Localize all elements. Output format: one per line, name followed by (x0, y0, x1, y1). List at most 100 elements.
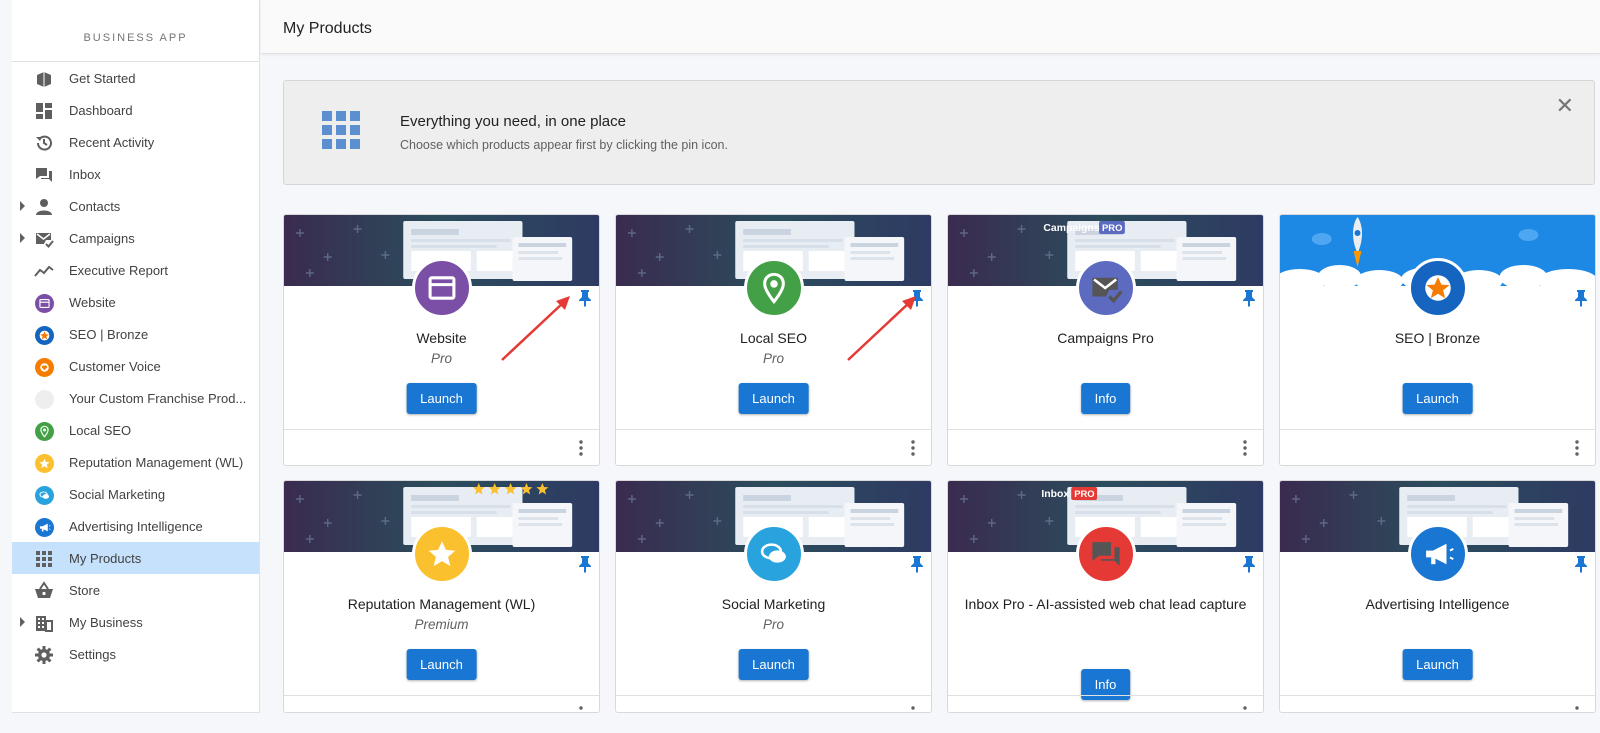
card-footer (284, 695, 599, 713)
close-icon[interactable]: ✕ (1556, 95, 1574, 117)
product-name: Advertising Intelligence (1365, 596, 1510, 612)
product-card-inbox-pro-ai-assisted-web-chat-lead-capture: Inbox PRO Inbox Pro - AI-assisted web cha… (947, 480, 1264, 713)
sidebar-item-label: Executive Report (69, 262, 168, 278)
launch-button[interactable]: Launch (1402, 383, 1473, 414)
more-vert-icon[interactable] (1243, 706, 1247, 713)
sidebar-nav: Get Started Dashboard Recent Activity Inbox… (12, 62, 259, 670)
sidebar-item-executive-report[interactable]: Executive Report (12, 254, 259, 286)
sidebar-item-contacts[interactable]: Contacts (12, 190, 259, 222)
product-name: SEO | Bronze (1394, 330, 1481, 346)
card-footer (948, 429, 1263, 465)
sidebar-item-label: Your Custom Franchise Prod... (69, 390, 247, 406)
sidebar-item-label: Get Started (69, 70, 136, 86)
sidebar-item-dashboard[interactable]: Dashboard (12, 94, 259, 126)
more-vert-icon[interactable] (1243, 440, 1247, 456)
product-name: Social Marketing (721, 596, 826, 612)
card-footer (948, 695, 1263, 713)
sidebar-item-my-products[interactable]: My Products (12, 542, 259, 574)
more-vert-icon[interactable] (911, 440, 915, 456)
pin-icon[interactable] (578, 555, 592, 573)
product-card-advertising-intelligence: Advertising Intelligence Launch (1279, 480, 1596, 713)
megaphone-product-icon (34, 517, 54, 537)
banner-title: Everything you need, in one place (400, 113, 626, 130)
gear-icon (34, 645, 54, 665)
launch-button[interactable]: Launch (1402, 649, 1473, 680)
sidebar-item-label: Reputation Management (WL) (69, 454, 244, 470)
trend-icon (34, 261, 54, 281)
sidebar-item-settings[interactable]: Settings (12, 638, 259, 670)
sidebar-item-label: Dashboard (69, 102, 133, 118)
launch-button[interactable]: Launch (406, 649, 477, 680)
blank-product-icon (34, 389, 54, 409)
sidebar-item-customer-voice[interactable]: Customer Voice (12, 350, 259, 382)
apps-grid-icon (34, 549, 54, 569)
product-name: Campaigns Pro (1057, 330, 1154, 346)
chat-icon (1076, 524, 1136, 584)
pin-icon[interactable] (1574, 289, 1588, 307)
product-name: Inbox Pro - AI-assisted web chat lead ca… (964, 596, 1247, 612)
expand-caret-icon[interactable] (20, 233, 25, 243)
annotation-arrow (501, 296, 570, 361)
sidebar-item-inbox[interactable]: Inbox (12, 158, 259, 190)
product-edition: Pro (762, 617, 784, 632)
seo-star-icon (34, 325, 54, 345)
speech-bubble-product-icon (744, 524, 804, 584)
more-vert-icon[interactable] (911, 706, 915, 713)
pin-icon[interactable] (1242, 289, 1256, 307)
sidebar-item-label: Social Marketing (69, 486, 166, 502)
sidebar-item-label: Inbox (69, 166, 101, 182)
page-title: My Products (283, 20, 372, 37)
website-product-icon (34, 293, 54, 313)
more-vert-icon[interactable] (579, 440, 583, 456)
speech-bubble-product-icon (34, 485, 54, 505)
sidebar-item-recent-activity[interactable]: Recent Activity (12, 126, 259, 158)
expand-caret-icon[interactable] (20, 617, 25, 627)
mail-check-icon (34, 229, 54, 249)
sidebar-item-advertising-intelligence[interactable]: Advertising Intelligence (12, 510, 259, 542)
svg-text:Inbox: Inbox (1041, 489, 1069, 500)
sidebar-item-label: Website (69, 294, 116, 310)
map-pin-product-icon (34, 421, 54, 441)
sidebar-item-local-seo[interactable]: Local SEO (12, 414, 259, 446)
expand-caret-icon[interactable] (20, 201, 25, 211)
card-footer (1280, 695, 1595, 713)
sidebar-item-label: Local SEO (69, 422, 132, 438)
sidebar-item-your-custom-franchise-prod[interactable]: Your Custom Franchise Prod... (12, 382, 259, 414)
history-icon (34, 133, 54, 153)
sidebar-item-label: Store (69, 582, 101, 598)
card-footer (284, 429, 599, 465)
banner-subtitle: Choose which products appear first by cl… (400, 138, 728, 152)
more-vert-icon[interactable] (1575, 706, 1579, 713)
launch-button[interactable]: Launch (406, 383, 477, 414)
card-footer (616, 695, 931, 713)
sidebar-item-get-started[interactable]: Get Started (12, 62, 259, 94)
sidebar-item-reputation-management-wl[interactable]: Reputation Management (WL) (12, 446, 259, 478)
sidebar-item-social-marketing[interactable]: Social Marketing (12, 478, 259, 510)
sidebar-item-campaigns[interactable]: Campaigns (12, 222, 259, 254)
launch-button[interactable]: Launch (738, 649, 809, 680)
product-card-reputation-management-wl: Reputation Management (WL) Premium Launc… (283, 480, 600, 713)
info-button[interactable]: Info (1080, 383, 1131, 414)
sidebar-item-label: Campaigns (69, 230, 135, 246)
more-vert-icon[interactable] (1575, 440, 1579, 456)
sidebar-item-label: Settings (69, 646, 116, 662)
product-card-campaigns-pro: Campaigns PRO Campaigns Pro Info (947, 214, 1264, 466)
launch-button[interactable]: Launch (738, 383, 809, 414)
sidebar-item-my-business[interactable]: My Business (12, 606, 259, 638)
pin-icon[interactable] (910, 555, 924, 573)
product-edition: Premium (414, 617, 469, 632)
chat-icon (34, 165, 54, 185)
top-bar: My Products (261, 0, 1600, 54)
sidebar-item-seo-bronze[interactable]: SEO | Bronze (12, 318, 259, 350)
sidebar-item-label: SEO | Bronze (69, 326, 149, 342)
product-card-social-marketing: Social Marketing Pro Launch (615, 480, 932, 713)
sidebar: BUSINESS APP Get Started Dashboard Recent … (12, 0, 260, 713)
sidebar-item-website[interactable]: Website (12, 286, 259, 318)
sidebar-item-store[interactable]: Store (12, 574, 259, 606)
pin-icon[interactable] (578, 289, 592, 307)
person-icon (34, 197, 54, 217)
pin-icon[interactable] (1574, 555, 1588, 573)
pin-icon[interactable] (1242, 555, 1256, 573)
more-vert-icon[interactable] (579, 706, 583, 713)
sidebar-item-label: Advertising Intelligence (69, 518, 203, 534)
